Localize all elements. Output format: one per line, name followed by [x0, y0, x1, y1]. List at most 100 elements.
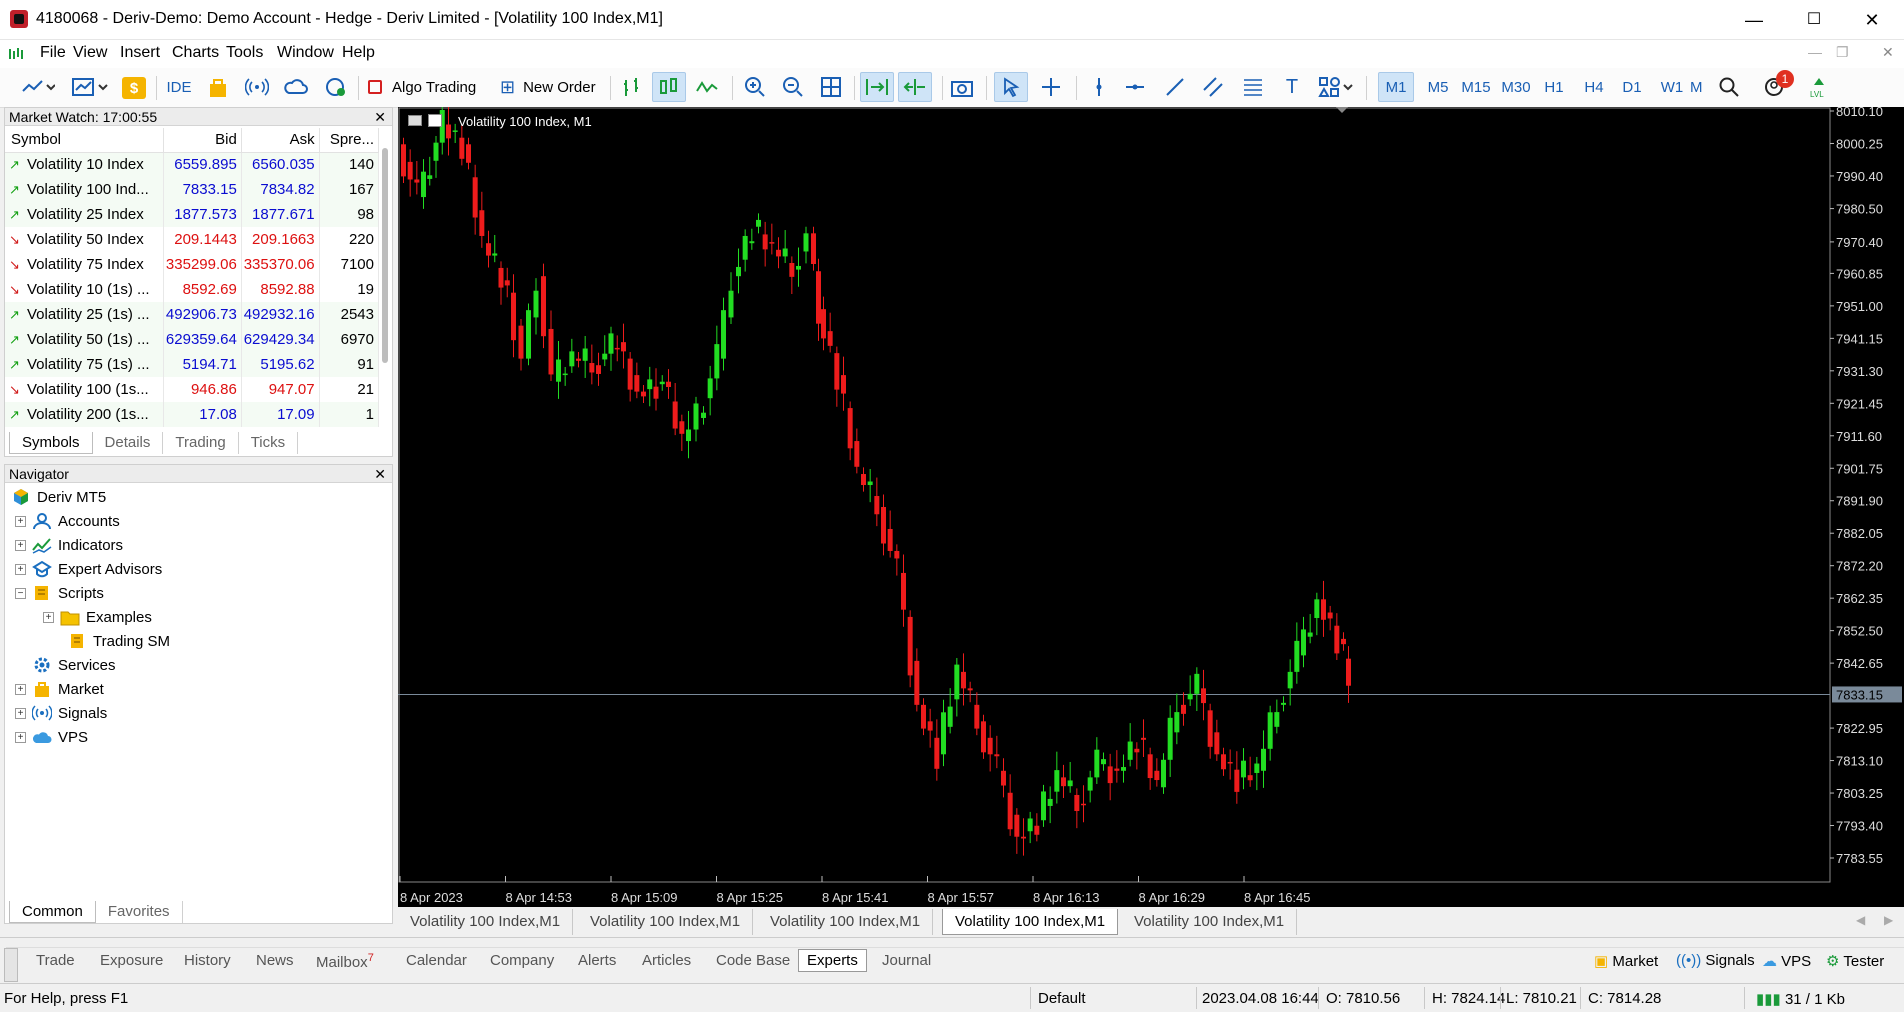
tile-windows-icon[interactable] — [816, 72, 846, 102]
signals-link[interactable]: ((•)) Signals — [1676, 952, 1755, 969]
crosshair-icon[interactable] — [1036, 72, 1066, 102]
horizontal-line-icon[interactable] — [1120, 72, 1150, 102]
market-watch-row[interactable]: ↘ Volatility 10 (1s) ... 8592.69 8592.88 19 — [5, 277, 380, 302]
market-watch-row[interactable]: ↗ Volatility 75 (1s) ... 5194.71 5195.62 91 — [5, 352, 380, 377]
market-watch-row[interactable]: ↘ Volatility 75 Index 335299.06 335370.06 71… — [5, 252, 380, 277]
symbol-cell[interactable]: ↗ Volatility 25 (1s) ... — [5, 302, 165, 327]
algo-trading-button[interactable]: Algo Trading — [368, 72, 492, 102]
menu-tools[interactable]: Tools — [226, 44, 263, 62]
nav-market[interactable]: + Market — [15, 678, 104, 700]
minimize-button[interactable]: — — [1734, 6, 1774, 34]
menu-help[interactable]: Help — [342, 44, 375, 62]
tab-experts[interactable]: Experts — [798, 949, 867, 972]
tab-news[interactable]: News — [256, 952, 294, 969]
market-watch-row[interactable]: ↘ Volatility 50 Index 209.1443 209.1663 220 — [5, 227, 380, 252]
menu-charts[interactable]: Charts — [172, 44, 219, 62]
expand-icon[interactable]: + — [15, 515, 26, 527]
timeframe-d1[interactable]: D1 — [1614, 72, 1650, 102]
vertical-line-icon[interactable] — [1084, 72, 1114, 102]
vps-link[interactable]: ☁ VPS — [1762, 952, 1811, 970]
chart-tab-scroll-left[interactable]: ◀ — [1856, 913, 1865, 927]
auto-scroll-icon[interactable] — [860, 72, 894, 102]
one-click-trading-icon[interactable] — [428, 114, 442, 127]
search-icon[interactable] — [1714, 72, 1744, 102]
market-watch-close-button[interactable]: ✕ — [374, 108, 386, 126]
mdi-close-button[interactable]: ✕ — [1882, 44, 1894, 61]
nav-services[interactable]: Services — [32, 654, 116, 676]
nav-signals[interactable]: + Signals — [15, 702, 107, 724]
menu-insert[interactable]: Insert — [120, 44, 160, 62]
timeframe-m15[interactable]: M15 — [1458, 72, 1494, 102]
market-link[interactable]: ▣ Market — [1594, 952, 1658, 970]
tab-alerts[interactable]: Alerts — [578, 952, 616, 969]
navigator-close-button[interactable]: ✕ — [374, 465, 386, 483]
chart-tab-1[interactable]: Volatility 100 Index,M1 — [398, 909, 574, 935]
nav-scripts[interactable]: − Scripts — [15, 582, 104, 604]
tab-trade[interactable]: Trade — [36, 952, 75, 969]
timeframe-m5[interactable]: M5 — [1420, 72, 1456, 102]
tab-code-base[interactable]: Code Base — [716, 952, 790, 969]
nav-indicators[interactable]: + Indicators — [15, 534, 123, 556]
dollar-icon[interactable]: $ — [122, 77, 146, 99]
menu-view[interactable]: View — [73, 44, 107, 62]
templates-icon[interactable] — [68, 72, 112, 102]
tester-link[interactable]: ⚙ Tester — [1826, 952, 1884, 970]
nav-root[interactable]: Deriv MT5 — [11, 486, 106, 508]
level-icon[interactable]: LVL — [1806, 72, 1832, 102]
tab-common[interactable]: Common — [9, 901, 96, 923]
col-spread[interactable]: Spre... — [319, 128, 380, 153]
chart-menu-icon[interactable] — [408, 115, 422, 126]
chart-shift-icon[interactable] — [898, 72, 932, 102]
new-order-button[interactable]: ⊞ New Order — [500, 72, 602, 102]
toolbox-toggle[interactable] — [4, 948, 18, 982]
cloud-icon[interactable] — [282, 72, 310, 102]
nav-expert-advisors[interactable]: + Expert Advisors — [15, 558, 162, 580]
ide-button[interactable]: IDE — [164, 72, 194, 102]
text-tool-icon[interactable]: T — [1278, 72, 1306, 102]
timeframe-m30[interactable]: M30 — [1498, 72, 1534, 102]
symbol-cell[interactable]: ↗ Volatility 50 (1s) ... — [5, 327, 165, 352]
vps-globe-icon[interactable] — [322, 72, 350, 102]
timeframe-w1[interactable]: W1 — [1654, 72, 1690, 102]
col-bid[interactable]: Bid — [163, 128, 242, 153]
menu-window[interactable]: Window — [277, 44, 334, 62]
nav-vps[interactable]: + VPS — [15, 726, 88, 748]
price-chart[interactable]: 8010.10 8000.25 7990.40 7980.50 7970.40 7960.… — [398, 97, 1904, 907]
market-bag-icon[interactable] — [206, 72, 230, 102]
expand-icon[interactable]: + — [15, 683, 26, 695]
mdi-minimize-button[interactable]: — — [1808, 44, 1822, 60]
chart-tab-4[interactable]: Volatility 100 Index,M1 — [942, 909, 1119, 935]
timeframe-mn[interactable]: M — [1690, 72, 1704, 102]
chart-tab-2[interactable]: Volatility 100 Index,M1 — [578, 909, 754, 935]
tab-symbols[interactable]: Symbols — [9, 432, 93, 454]
market-watch-row[interactable]: ↗ Volatility 200 (1s... 17.08 17.09 1 — [5, 402, 380, 427]
signals-icon[interactable] — [244, 72, 270, 102]
col-ask[interactable]: Ask — [241, 128, 320, 153]
market-watch-row[interactable]: ↗ Volatility 25 Index 1877.573 1877.671 98 — [5, 202, 380, 227]
market-watch-scrollbar[interactable] — [382, 148, 388, 363]
tab-articles[interactable]: Articles — [642, 952, 691, 969]
tab-exposure[interactable]: Exposure — [100, 952, 163, 969]
expand-icon[interactable]: + — [15, 539, 26, 551]
symbol-cell[interactable]: ↘ Volatility 50 Index — [5, 227, 165, 252]
expand-icon[interactable]: + — [15, 731, 26, 743]
nav-examples[interactable]: + Examples — [43, 606, 152, 628]
nav-accounts[interactable]: + Accounts — [15, 510, 120, 532]
nav-trading-sm[interactable]: Trading SM — [67, 630, 170, 652]
market-watch-row[interactable]: ↗ Volatility 50 (1s) ... 629359.64 629429.3… — [5, 327, 380, 352]
market-watch-row[interactable]: ↗ Volatility 25 (1s) ... 492906.73 492932.1… — [5, 302, 380, 327]
maximize-button[interactable]: ☐ — [1794, 6, 1834, 34]
tab-history[interactable]: History — [184, 952, 231, 969]
notifications-icon[interactable]: 1 — [1754, 70, 1794, 102]
timeframe-m1[interactable]: M1 — [1378, 72, 1414, 102]
line-chart-icon[interactable] — [692, 72, 722, 102]
fibonacci-icon[interactable] — [1238, 72, 1268, 102]
symbol-cell[interactable]: ↗ Volatility 200 (1s... — [5, 402, 165, 427]
tab-trading[interactable]: Trading — [163, 432, 239, 454]
screenshot-icon[interactable] — [948, 72, 976, 102]
zoom-out-icon[interactable] — [778, 72, 808, 102]
collapse-icon[interactable]: − — [15, 587, 26, 599]
symbol-cell[interactable]: ↗ Volatility 75 (1s) ... — [5, 352, 165, 377]
tab-calendar[interactable]: Calendar — [406, 952, 467, 969]
expand-icon[interactable]: + — [15, 563, 26, 575]
